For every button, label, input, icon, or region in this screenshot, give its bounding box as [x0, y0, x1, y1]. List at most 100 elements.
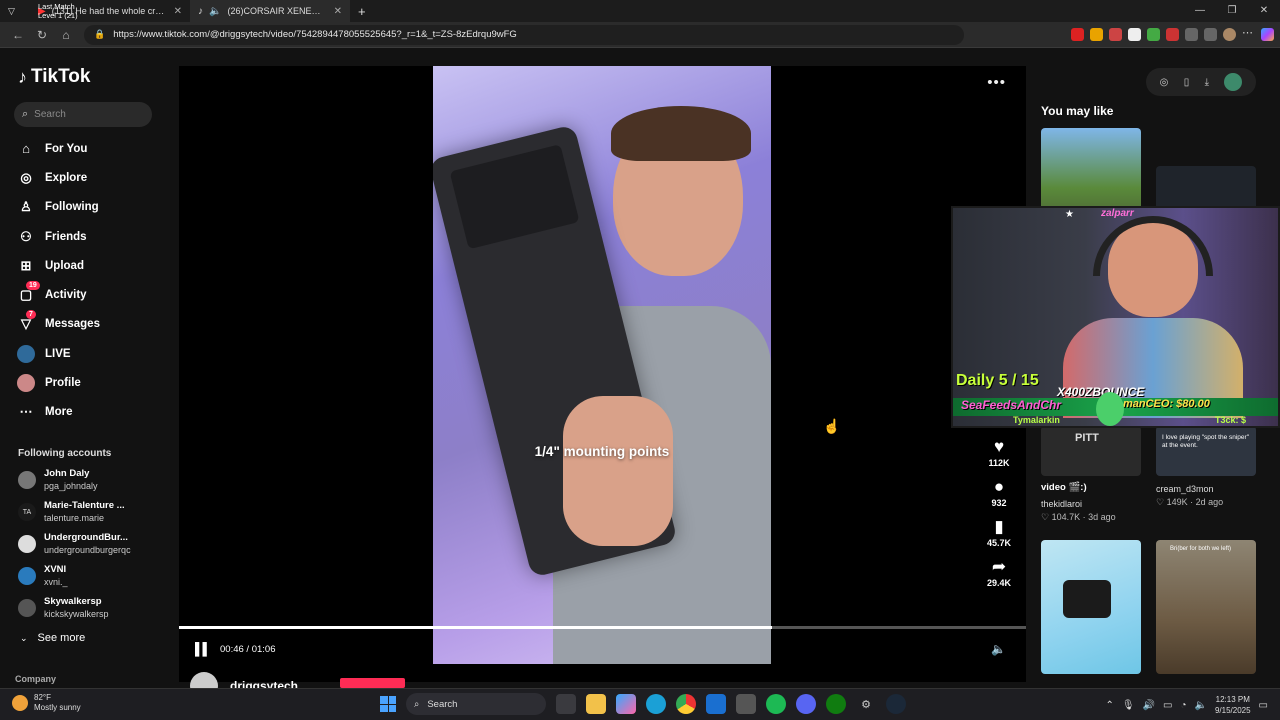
- temperature: 82°F: [34, 693, 51, 702]
- sidebar-item-friends[interactable]: ⚇ Friends: [14, 222, 100, 251]
- extension-icon[interactable]: [1109, 28, 1122, 41]
- extension-icon[interactable]: [1128, 28, 1141, 41]
- sidebar-item-for-you[interactable]: ⌂ For You: [14, 134, 100, 163]
- save-action[interactable]: ▮ 45.7K: [982, 516, 1016, 548]
- download-icon[interactable]: ⤓: [1205, 77, 1209, 88]
- video-person-hair: [611, 106, 751, 161]
- sidebar-item-upload[interactable]: ⊞ Upload: [14, 251, 100, 280]
- card-title[interactable]: video 🎬:): [1041, 482, 1087, 493]
- video-player[interactable]: 1/4" mounting points ••• ▌▌ 00:46 / 01:0…: [179, 66, 1026, 682]
- thumbnail-text: I love playing "spot the sniper" at the …: [1162, 434, 1249, 449]
- tiktok-logo[interactable]: ♪ TikTok: [18, 66, 90, 88]
- extension-icon[interactable]: [1071, 28, 1084, 41]
- more-options-icon[interactable]: •••: [987, 74, 1006, 91]
- thumbnail-text: Bri(ber for both we left): [1170, 546, 1232, 552]
- new-tab-button[interactable]: +: [350, 0, 374, 22]
- copilot-icon[interactable]: [1261, 28, 1274, 41]
- favorites-icon[interactable]: [1204, 28, 1217, 41]
- like-action[interactable]: ♥ 112K: [982, 436, 1016, 468]
- steam-icon[interactable]: [886, 694, 906, 714]
- refresh-icon[interactable]: ↻: [30, 28, 54, 42]
- volume-tray-icon[interactable]: 🔈: [1195, 700, 1207, 711]
- extensions-puzzle-icon[interactable]: [1185, 28, 1198, 41]
- video-frame[interactable]: 1/4" mounting points: [433, 66, 771, 664]
- search-icon: ⌕: [22, 108, 29, 120]
- extension-icon[interactable]: [1166, 28, 1179, 41]
- taskbar-search-label: Search: [427, 698, 458, 710]
- clock[interactable]: 12:13 PM 9/15/2025: [1215, 694, 1251, 716]
- close-window-icon[interactable]: ✕: [1248, 0, 1280, 22]
- chevron-up-icon[interactable]: ⌃: [1105, 700, 1113, 711]
- star-icon: ★: [1065, 209, 1074, 220]
- see-more-button[interactable]: ⌄ See more: [20, 632, 85, 644]
- sidebar-item-live[interactable]: LIVE: [14, 339, 100, 368]
- video-thumbnail[interactable]: I love playing "spot the sniper" at the …: [1156, 426, 1256, 476]
- card-user[interactable]: cream_d3mon: [1156, 484, 1214, 494]
- volume-icon[interactable]: 🔈: [991, 642, 1006, 656]
- company-link[interactable]: Company: [15, 674, 56, 684]
- sidebar-item-explore[interactable]: ◎ Explore: [14, 163, 100, 192]
- url-field[interactable]: 🔒 https://www.tiktok.com/@driggsytech/vi…: [84, 24, 964, 45]
- chrome-icon[interactable]: [676, 694, 696, 714]
- pause-icon[interactable]: ▌▌: [195, 642, 211, 656]
- sidebar-item-profile[interactable]: Profile: [14, 368, 100, 397]
- alien-icon: [1096, 392, 1124, 426]
- comment-action[interactable]: ● 932: [982, 476, 1016, 508]
- close-tab-icon[interactable]: ✕: [334, 6, 342, 17]
- video-thumbnail[interactable]: Bri(ber for both we left): [1156, 540, 1256, 674]
- back-icon[interactable]: ←: [6, 28, 30, 42]
- sidebar-item-activity[interactable]: ▢ 19 Activity: [14, 280, 100, 309]
- video-thumbnail[interactable]: [1041, 540, 1141, 674]
- tab-tiktok[interactable]: ♪ 🔈 (26)CORSAIR XENEON EDGE ✕: [190, 0, 350, 22]
- discord-icon[interactable]: [796, 694, 816, 714]
- store-icon[interactable]: [736, 694, 756, 714]
- extension-icon[interactable]: [1147, 28, 1160, 41]
- microphone-icon[interactable]: 🎙: [1122, 700, 1135, 711]
- copilot-icon[interactable]: [616, 694, 636, 714]
- browser-menu-tab[interactable]: ▽: [0, 0, 30, 22]
- speaker-tray-icon[interactable]: 🔊: [1143, 700, 1155, 711]
- card-user[interactable]: thekidlaroi: [1041, 499, 1082, 509]
- notification-icon[interactable]: ▭: [1259, 700, 1268, 711]
- network-icon[interactable]: ◔: [1180, 700, 1186, 711]
- progress-bar[interactable]: [179, 626, 1026, 629]
- search-input[interactable]: ⌕ Search: [14, 102, 152, 127]
- weather-widget[interactable]: 82°F Mostly sunny: [12, 693, 81, 713]
- account-item[interactable]: Skywalkersp kickskywalkersp: [18, 596, 109, 620]
- extensions: ⋯: [1071, 28, 1274, 41]
- friends-icon: ⚇: [20, 228, 32, 244]
- user-avatar[interactable]: [1224, 73, 1243, 91]
- battery-icon[interactable]: ▭: [1163, 700, 1172, 711]
- home-nav-icon[interactable]: ⌂: [54, 28, 78, 42]
- spotify-icon[interactable]: [766, 694, 786, 714]
- xbox-icon[interactable]: [826, 694, 846, 714]
- file-explorer-icon[interactable]: [586, 694, 606, 714]
- sidebar-item-more[interactable]: ⋯ More: [14, 398, 100, 427]
- speaker-icon[interactable]: 🔈: [209, 6, 221, 17]
- restore-icon[interactable]: ❐: [1216, 0, 1248, 22]
- task-view-icon[interactable]: [556, 694, 576, 714]
- avatar: [18, 471, 36, 489]
- outlook-icon[interactable]: [706, 694, 726, 714]
- close-tab-icon[interactable]: ✕: [174, 6, 182, 17]
- device-icon[interactable]: ▯: [1184, 77, 1190, 88]
- account-item[interactable]: John Daly pga_johndaly: [18, 468, 98, 492]
- settings-gear-icon[interactable]: ⚙: [856, 694, 876, 714]
- taskbar-search[interactable]: ⌕ Search: [406, 693, 546, 715]
- share-action[interactable]: ➦ 29.4K: [982, 556, 1016, 588]
- edge-icon[interactable]: [646, 694, 666, 714]
- video-thumbnail[interactable]: PITT: [1041, 426, 1141, 476]
- sub-left: Tymalarkin: [1013, 415, 1060, 425]
- account-item[interactable]: XVNI xvni._: [18, 564, 68, 588]
- windows-start-icon[interactable]: [380, 696, 396, 712]
- account-item[interactable]: TA Marie-Talenture ... talenture.marie: [18, 500, 125, 524]
- compass-small-icon[interactable]: ◎: [1160, 77, 1169, 88]
- extension-icon[interactable]: [1090, 28, 1103, 41]
- minimize-icon[interactable]: —: [1184, 0, 1216, 22]
- profile-avatar-icon[interactable]: [1223, 28, 1236, 41]
- follow-button[interactable]: [340, 678, 405, 688]
- sidebar-item-following[interactable]: ♙ Following: [14, 193, 100, 222]
- account-item[interactable]: UndergroundBur... undergroundburgerqc: [18, 532, 131, 556]
- sidebar-item-messages[interactable]: ▽ 7 Messages: [14, 310, 100, 339]
- browser-more-icon[interactable]: ⋯: [1242, 28, 1255, 41]
